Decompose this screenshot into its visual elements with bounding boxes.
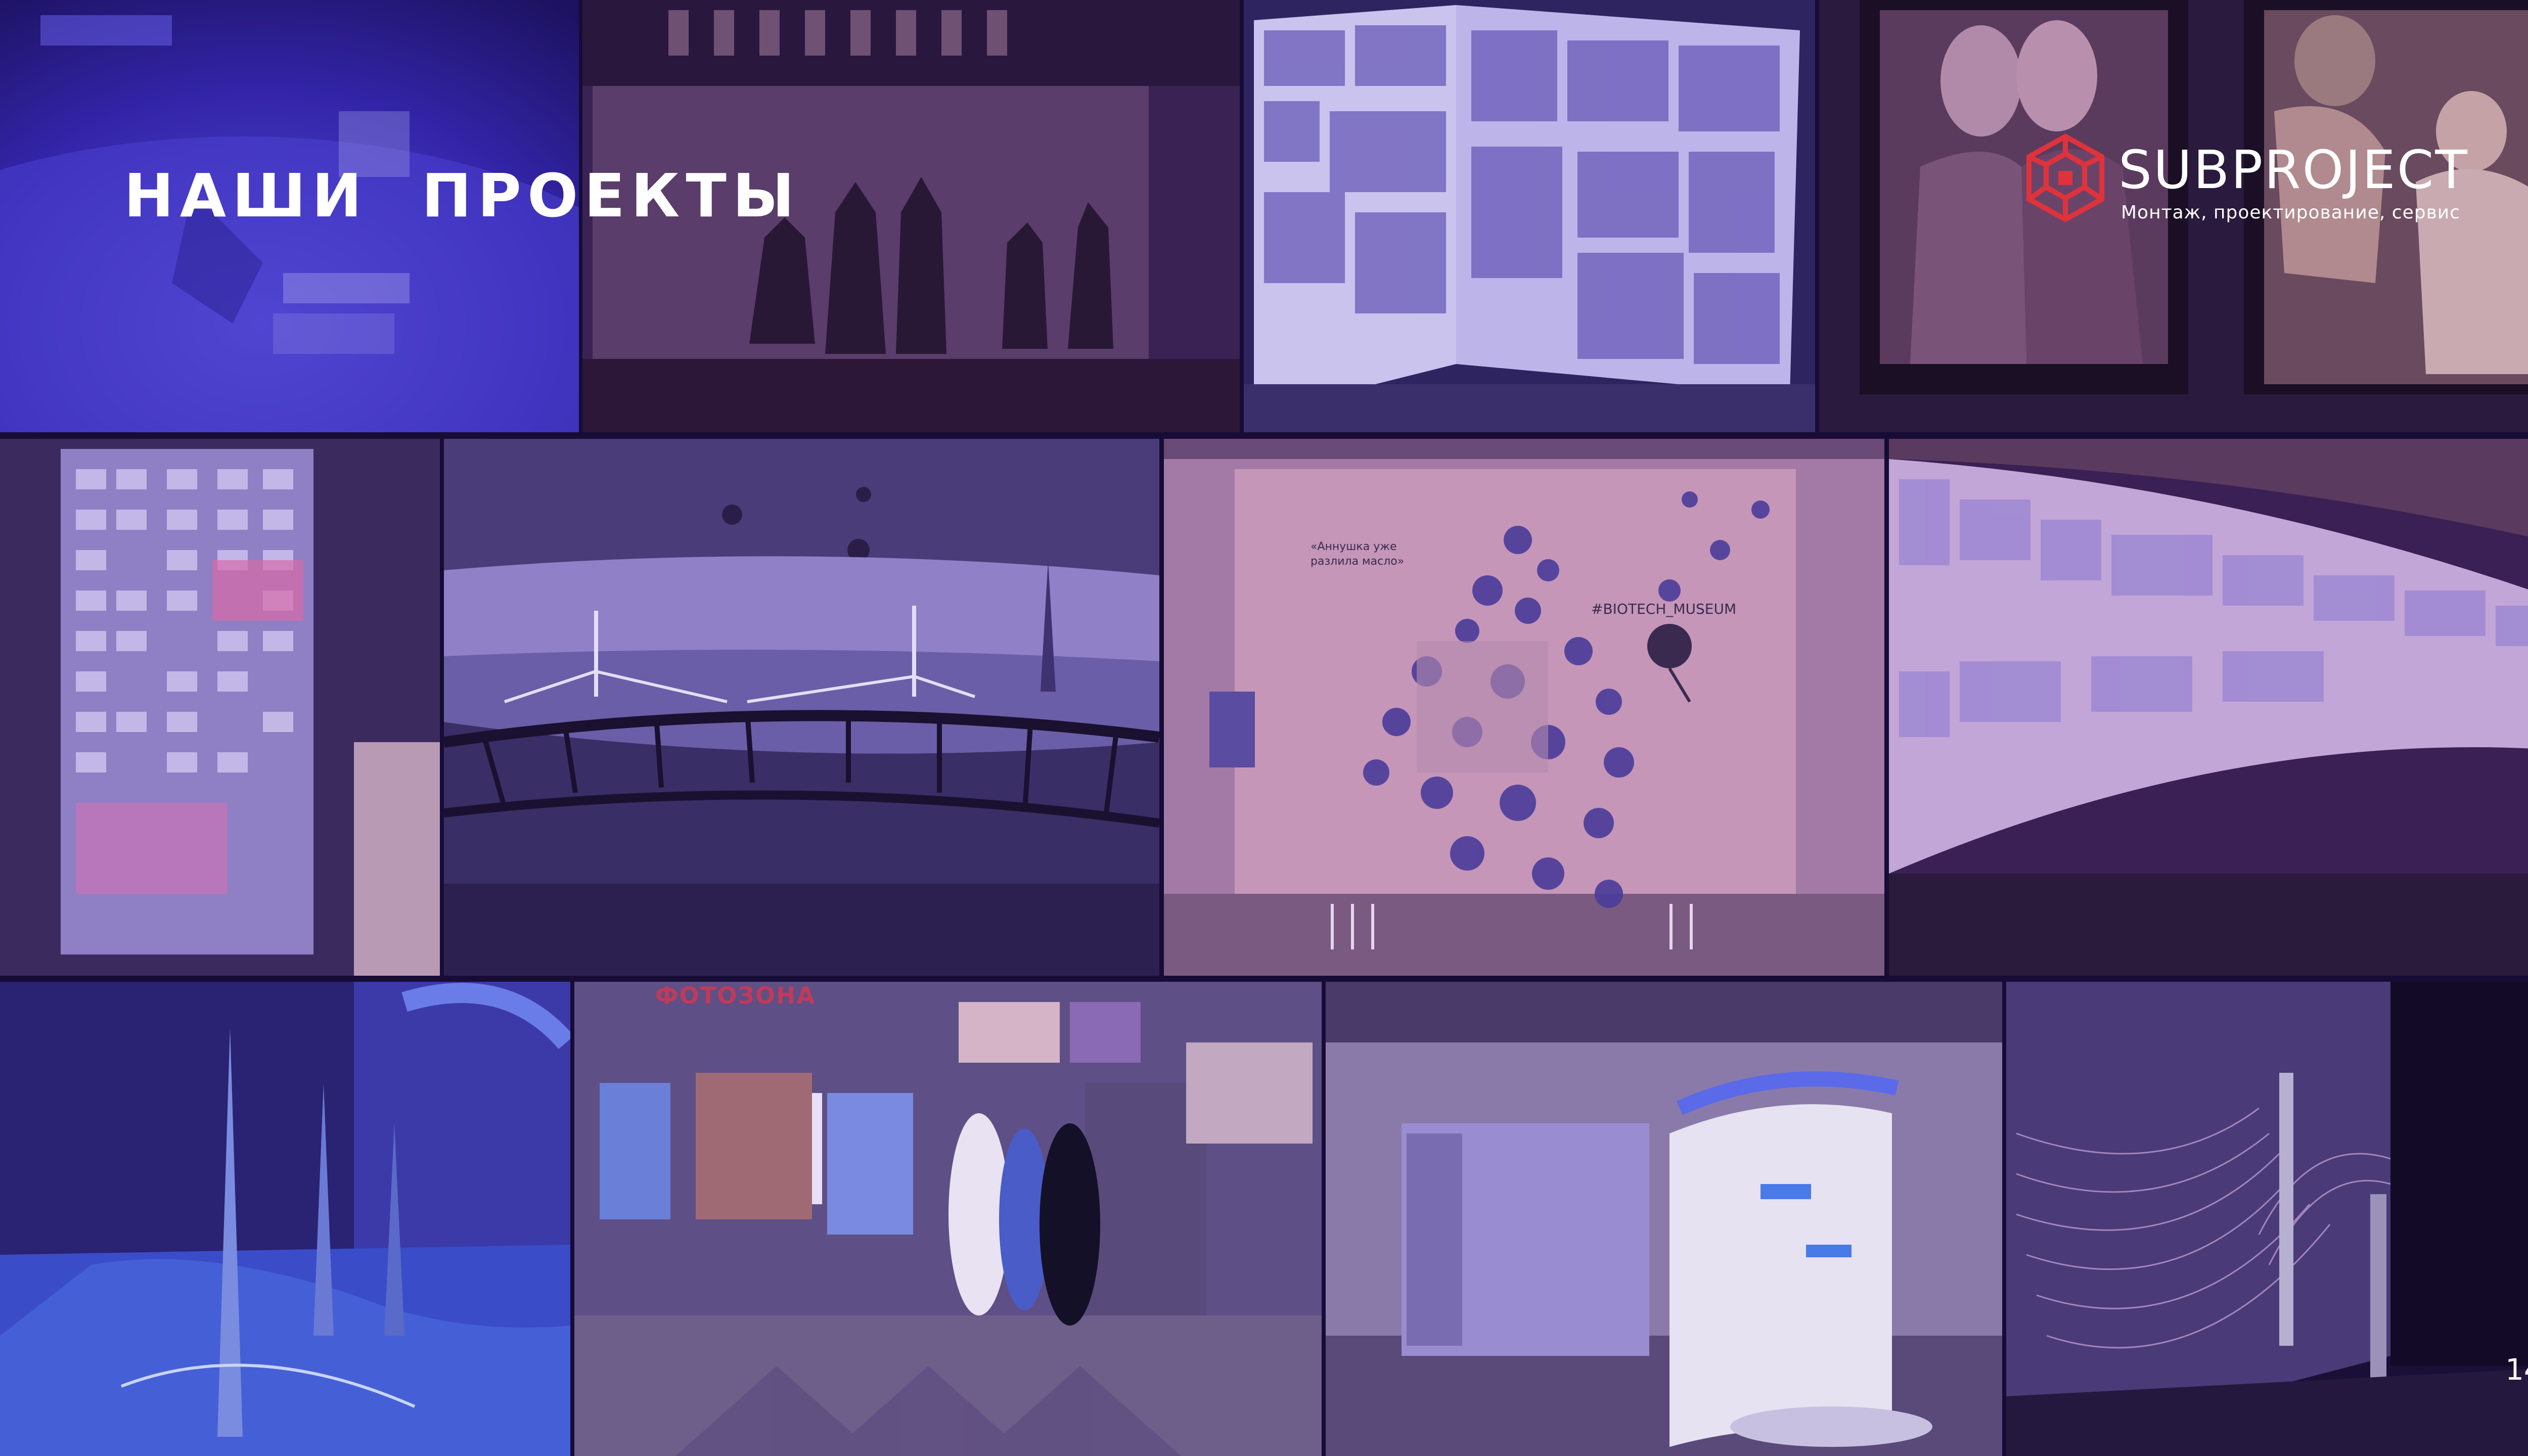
- photo-immersive-space: [2006, 982, 2528, 1456]
- photozone-sign-text: ФОТОЗОНА: [655, 982, 816, 1009]
- photo-facade-projection: [0, 439, 440, 976]
- logo-tagline: Монтаж, проектирование, сервис: [2121, 202, 2460, 223]
- photo-city-model: [0, 982, 570, 1456]
- biotech-quote-text: «Аннушка уже разлила масло»: [1311, 540, 1405, 568]
- photo-museum-hall: [1326, 982, 2002, 1456]
- photo-arctic-videowall: [1244, 0, 1815, 432]
- subproject-logo: SUBPROJECT Монтаж, проектирование, серви…: [2020, 132, 2475, 234]
- logo-name: SUBPROJECT: [2118, 139, 2469, 201]
- page-number: 14: [2505, 1352, 2528, 1387]
- biotech-hashtag-text: #BIOTECH_MUSEUM: [1591, 601, 1737, 617]
- photo-control-room: [1889, 439, 2528, 976]
- slide: «Аннушка уже разлила масло» #BIOTECH_MUS…: [0, 0, 2528, 1456]
- slide-title: НАШИ ПРОЕКТЫ: [124, 161, 801, 231]
- photo-bridge-panorama: [444, 439, 1159, 976]
- photo-biotech-museum: «Аннушка уже разлила масло» #BIOTECH_MUS…: [1164, 439, 1884, 976]
- photo-photozone: ФОТОЗОНА: [574, 982, 1322, 1456]
- subproject-logo-icon: [2026, 133, 2104, 222]
